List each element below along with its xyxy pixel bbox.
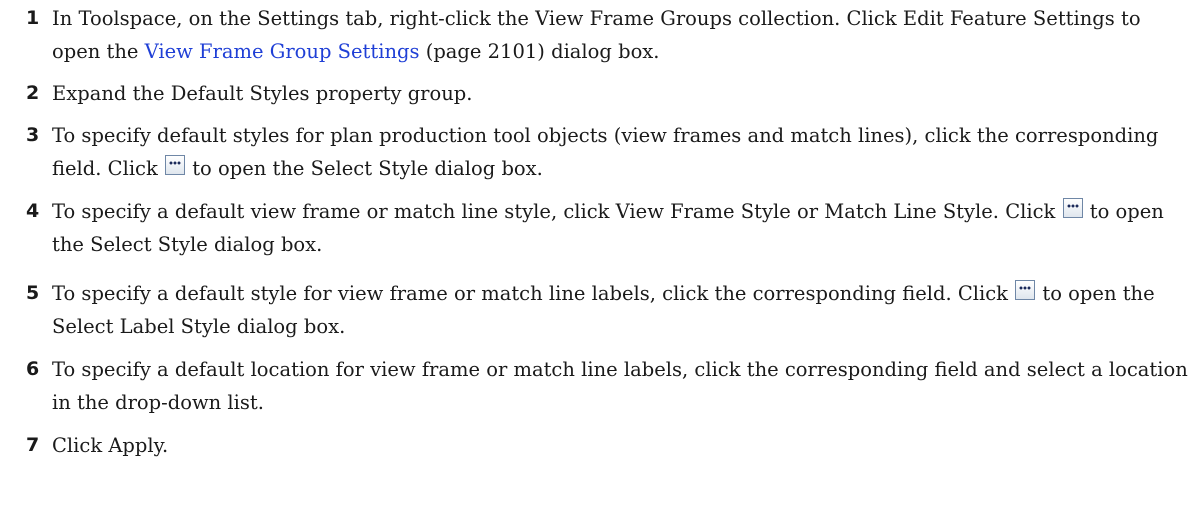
procedure-steps: 1 In Toolspace, on the Settings tab, rig… xyxy=(0,2,1202,472)
view-frame-group-settings-link[interactable]: View Frame Group Settings xyxy=(145,40,420,63)
step-1: 1 In Toolspace, on the Settings tab, rig… xyxy=(0,2,1202,68)
step-2: 2 Expand the Default Styles property gro… xyxy=(0,77,1202,110)
step-text: Expand the Default Styles property group… xyxy=(52,82,473,105)
step-text: To specify a default location for view f… xyxy=(52,358,1188,414)
step-6: 6 To specify a default location for view… xyxy=(0,353,1202,419)
step-number: 1 xyxy=(26,7,40,29)
step-3: 3 To specify default styles for plan pro… xyxy=(0,119,1202,185)
step-number: 3 xyxy=(26,124,40,146)
step-text: Click Apply. xyxy=(52,434,169,457)
step-text-cont: (page 2101) dialog box. xyxy=(419,40,660,63)
step-number: 2 xyxy=(26,82,40,104)
step-text-cont: to open the Select Style dialog box. xyxy=(186,157,543,180)
step-number: 7 xyxy=(26,434,40,456)
ellipsis-browse-button-icon xyxy=(1062,198,1083,218)
step-number: 4 xyxy=(26,200,40,222)
step-5: 5 To specify a default style for view fr… xyxy=(0,277,1202,343)
step-4: 4 To specify a default view frame or mat… xyxy=(0,195,1202,261)
step-number: 5 xyxy=(26,282,40,304)
step-text: To specify a default view frame or match… xyxy=(52,200,1062,223)
ellipsis-browse-button-icon xyxy=(1015,280,1036,300)
ellipsis-browse-button-icon xyxy=(165,155,185,175)
step-number: 6 xyxy=(26,358,40,380)
step-text: To specify a default style for view fram… xyxy=(52,282,1015,305)
step-7: 7 Click Apply. xyxy=(0,429,1202,462)
